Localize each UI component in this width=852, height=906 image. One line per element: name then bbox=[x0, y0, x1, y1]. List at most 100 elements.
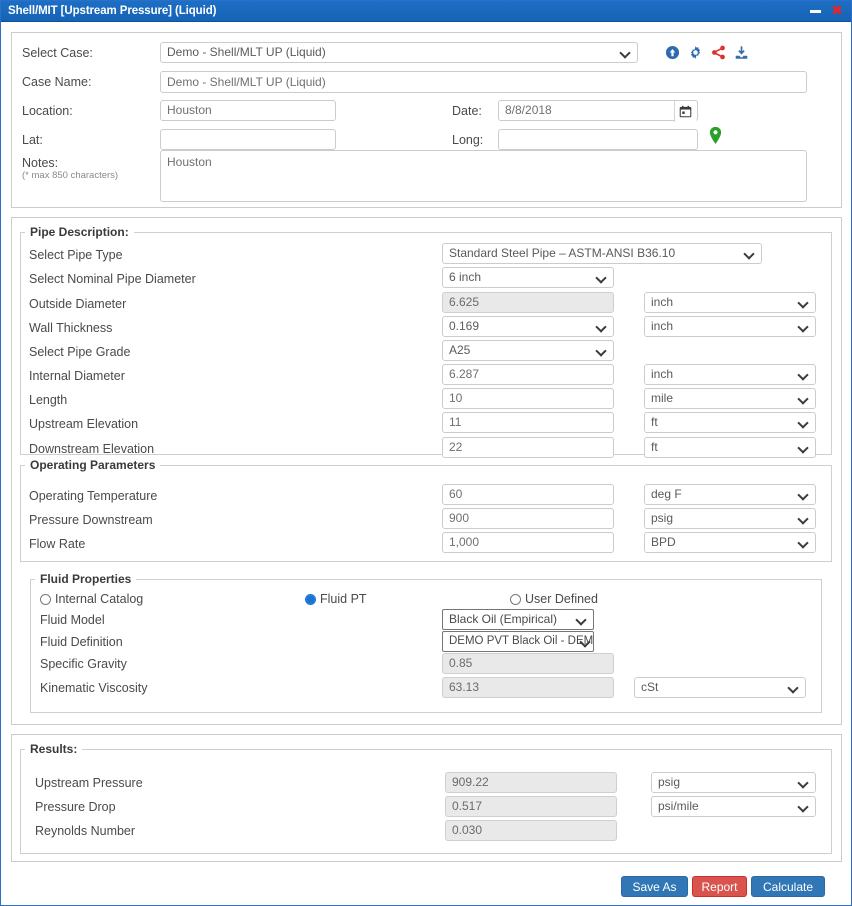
results-panel: Results: Upstream Pressure 909.22 psig P… bbox=[11, 734, 842, 862]
upstream-elevation-unit-dropdown[interactable]: ft bbox=[644, 412, 816, 433]
chevron-down-icon bbox=[799, 443, 808, 452]
radio-fluid-pt[interactable]: Fluid PT bbox=[305, 591, 367, 607]
operating-temperature-input[interactable]: 60 bbox=[442, 484, 614, 505]
window-title: Shell/MIT [Upstream Pressure] (Liquid) bbox=[8, 5, 217, 17]
minimize-button[interactable] bbox=[810, 9, 822, 13]
specific-gravity-input: 0.85 bbox=[442, 653, 614, 674]
length-unit-dropdown[interactable]: mile bbox=[644, 388, 816, 409]
wall-thickness-value: 0.169 bbox=[449, 319, 480, 333]
radio-user-defined[interactable]: User Defined bbox=[510, 591, 598, 607]
wall-thickness-label: Wall Thickness bbox=[29, 321, 113, 335]
results-legend: Results: bbox=[30, 742, 78, 756]
upstream-pressure-unit-dropdown[interactable]: psig bbox=[651, 772, 816, 793]
location-input[interactable]: Houston bbox=[160, 100, 336, 121]
flow-rate-label: Flow Rate bbox=[29, 537, 86, 551]
downstream-elevation-input[interactable]: 22 bbox=[442, 437, 614, 458]
chevron-down-icon bbox=[597, 273, 606, 282]
chevron-down-icon bbox=[789, 683, 798, 692]
chevron-down-icon bbox=[799, 370, 808, 379]
case-action-icons bbox=[665, 45, 749, 60]
chevron-down-icon bbox=[799, 514, 808, 523]
pressure-drop-label: Pressure Drop bbox=[35, 800, 116, 814]
reynolds-number-value: 0.030 bbox=[445, 820, 617, 841]
calendar-icon[interactable] bbox=[674, 101, 696, 122]
outside-diameter-label: Outside Diameter bbox=[29, 297, 127, 311]
info-upload-icon[interactable] bbox=[665, 45, 680, 60]
flow-rate-unit-dropdown[interactable]: BPD bbox=[644, 532, 816, 553]
download-icon[interactable] bbox=[734, 45, 749, 60]
gear-icon[interactable] bbox=[688, 45, 703, 60]
upstream-pressure-unit-value: psig bbox=[658, 775, 681, 789]
fluid-model-label: Fluid Model bbox=[40, 613, 105, 627]
wall-thickness-unit-dropdown[interactable]: inch bbox=[644, 316, 816, 337]
flow-rate-input[interactable]: 1,000 bbox=[442, 532, 614, 553]
title-bar: Shell/MIT [Upstream Pressure] (Liquid) ✖ bbox=[1, 1, 851, 22]
share-icon[interactable] bbox=[711, 45, 726, 60]
length-input[interactable]: 10 bbox=[442, 388, 614, 409]
operating-temperature-unit-dropdown[interactable]: deg F bbox=[644, 484, 816, 505]
outside-diameter-unit-dropdown[interactable]: inch bbox=[644, 292, 816, 313]
chevron-down-icon bbox=[799, 538, 808, 547]
save-as-button[interactable]: Save As bbox=[621, 876, 688, 897]
outside-diameter-unit-value: inch bbox=[651, 295, 674, 309]
report-button[interactable]: Report bbox=[692, 876, 747, 897]
map-pin-icon[interactable] bbox=[708, 126, 723, 145]
specific-gravity-label: Specific Gravity bbox=[40, 657, 127, 671]
kinematic-viscosity-input: 63.13 bbox=[442, 677, 614, 698]
upstream-elevation-input[interactable]: 11 bbox=[442, 412, 614, 433]
pressure-drop-unit-dropdown[interactable]: psi/mile bbox=[651, 796, 816, 817]
operating-parameters-legend: Operating Parameters bbox=[30, 458, 156, 472]
downstream-elevation-unit-dropdown[interactable]: ft bbox=[644, 437, 816, 458]
chevron-down-icon bbox=[799, 298, 808, 307]
select-pipe-type-value: Standard Steel Pipe – ASTM-ANSI B36.10 bbox=[449, 246, 676, 260]
radio-user-defined-label: User Defined bbox=[525, 592, 598, 606]
chevron-down-icon bbox=[597, 346, 606, 355]
case-panel: Select Case: Demo - Shell/MLT UP (Liquid… bbox=[11, 32, 842, 208]
chevron-down-icon bbox=[799, 778, 808, 787]
notes-hint: (* max 850 characters) bbox=[22, 170, 119, 181]
select-nominal-pipe-diameter-dropdown[interactable]: 6 inch bbox=[442, 267, 614, 288]
select-pipe-grade-label: Select Pipe Grade bbox=[29, 345, 131, 359]
wall-thickness-unit-value: inch bbox=[651, 319, 674, 333]
internal-diameter-input[interactable]: 6.287 bbox=[442, 364, 614, 385]
calculate-button[interactable]: Calculate bbox=[751, 876, 825, 897]
upstream-pressure-label: Upstream Pressure bbox=[35, 776, 143, 790]
application-window: Shell/MIT [Upstream Pressure] (Liquid) ✖… bbox=[0, 0, 852, 906]
date-input[interactable]: 8/8/2018 bbox=[498, 100, 698, 121]
pressure-downstream-input[interactable]: 900 bbox=[442, 508, 614, 529]
chevron-down-icon bbox=[745, 249, 754, 258]
flow-rate-unit-value: BPD bbox=[651, 535, 676, 549]
pressure-drop-value: 0.517 bbox=[445, 796, 617, 817]
long-input[interactable] bbox=[498, 129, 698, 150]
select-case-dropdown[interactable]: Demo - Shell/MLT UP (Liquid) bbox=[160, 42, 638, 63]
kinematic-viscosity-unit-dropdown[interactable]: cSt bbox=[634, 677, 806, 698]
radio-internal-catalog[interactable]: Internal Catalog bbox=[40, 591, 143, 607]
fluid-definition-dropdown[interactable]: DEMO PVT Black Oil - DEMO bbox=[442, 631, 594, 652]
radio-circle-icon bbox=[40, 593, 51, 605]
internal-diameter-unit-dropdown[interactable]: inch bbox=[644, 364, 816, 385]
location-label: Location: bbox=[22, 104, 73, 118]
select-nominal-pipe-diameter-value: 6 inch bbox=[449, 270, 482, 284]
operating-temperature-label: Operating Temperature bbox=[29, 489, 158, 503]
close-button[interactable]: ✖ bbox=[831, 4, 843, 18]
lat-input[interactable] bbox=[160, 129, 336, 150]
operating-temperature-unit-value: deg F bbox=[651, 487, 682, 501]
select-pipe-grade-value: A25 bbox=[449, 343, 471, 357]
wall-thickness-dropdown[interactable]: 0.169 bbox=[442, 316, 614, 337]
radio-internal-catalog-label: Internal Catalog bbox=[55, 592, 144, 606]
select-pipe-type-dropdown[interactable]: Standard Steel Pipe – ASTM-ANSI B36.10 bbox=[442, 243, 762, 264]
pressure-downstream-unit-value: psig bbox=[651, 511, 674, 525]
fluid-model-value: Black Oil (Empirical) bbox=[449, 612, 558, 626]
internal-diameter-unit-value: inch bbox=[651, 367, 674, 381]
notes-textarea[interactable]: Houston bbox=[160, 150, 807, 202]
pressure-downstream-label: Pressure Downstream bbox=[29, 513, 153, 527]
chevron-down-icon bbox=[799, 394, 808, 403]
select-pipe-grade-dropdown[interactable]: A25 bbox=[442, 340, 614, 361]
case-name-input[interactable]: Demo - Shell/MLT UP (Liquid) bbox=[160, 71, 807, 93]
chevron-down-icon bbox=[597, 322, 606, 331]
window-controls: ✖ bbox=[810, 4, 851, 18]
pressure-downstream-unit-dropdown[interactable]: psig bbox=[644, 508, 816, 529]
long-label: Long: bbox=[452, 133, 484, 147]
fluid-definition-value: DEMO PVT Black Oil - DEMO bbox=[449, 635, 594, 647]
fluid-model-dropdown[interactable]: Black Oil (Empirical) bbox=[442, 609, 594, 630]
